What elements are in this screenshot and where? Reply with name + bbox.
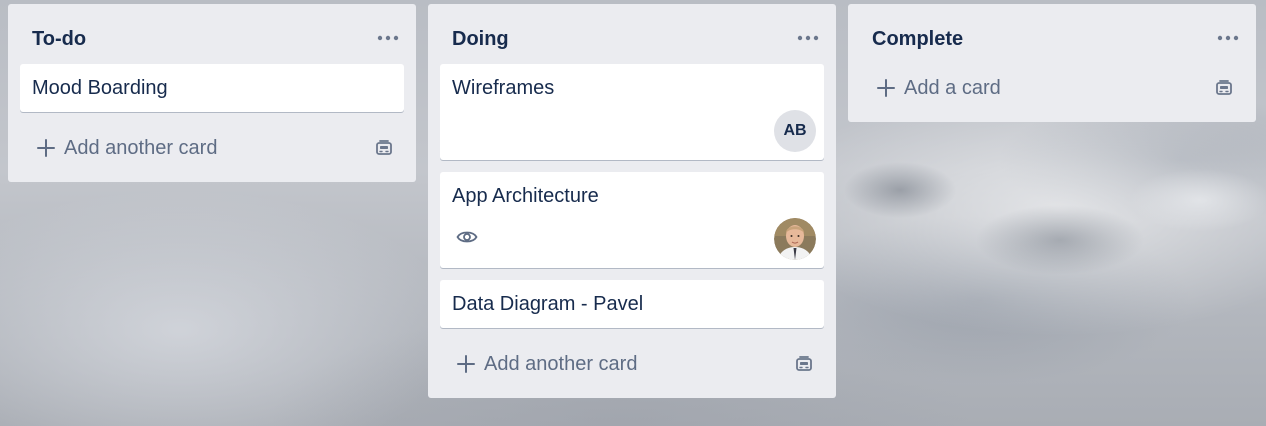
add-card-button[interactable]: Add a card: [876, 76, 1001, 100]
plus-icon: [37, 139, 55, 157]
add-card-composer: Add another card: [440, 344, 824, 384]
plus-icon: [457, 355, 475, 373]
add-card-label: Add another card: [484, 353, 638, 375]
add-card-label: Add a card: [904, 77, 1001, 99]
card-title: Data Diagram - Pavel: [452, 293, 644, 315]
list-header: To-do: [8, 4, 416, 64]
card-template-icon[interactable]: [374, 138, 394, 158]
list-doing: Doing Wireframes AB App Architecture Dat…: [428, 4, 836, 398]
member-avatar[interactable]: AB: [774, 110, 816, 152]
list-title[interactable]: Doing: [452, 27, 509, 51]
add-card-button[interactable]: Add another card: [36, 136, 217, 160]
plus-icon: [877, 79, 895, 97]
list-todo: To-do Mood Boarding Add another card: [8, 4, 416, 182]
list-menu-button[interactable]: [1214, 24, 1242, 52]
list-title[interactable]: To-do: [32, 27, 86, 51]
list-menu-button[interactable]: [794, 24, 822, 52]
more-icon: [377, 35, 399, 41]
more-icon: [797, 35, 819, 41]
card-template-icon[interactable]: [1214, 78, 1234, 98]
list-header: Complete: [848, 4, 1256, 64]
member-avatar-photo[interactable]: [774, 218, 816, 260]
card[interactable]: Wireframes AB: [440, 64, 824, 160]
profile-photo: [774, 218, 816, 260]
add-card-button[interactable]: Add another card: [456, 352, 637, 376]
add-card-label: Add another card: [64, 137, 218, 159]
card[interactable]: Mood Boarding: [20, 64, 404, 112]
list-title[interactable]: Complete: [872, 27, 963, 51]
card-title: Mood Boarding: [32, 77, 168, 99]
board-background: [840, 130, 1266, 300]
card-title: App Architecture: [452, 185, 599, 207]
list-menu-button[interactable]: [374, 24, 402, 52]
more-icon: [1217, 35, 1239, 41]
list-header: Doing: [428, 4, 836, 64]
card[interactable]: App Architecture: [440, 172, 824, 268]
eye-icon: [456, 231, 478, 243]
card[interactable]: Data Diagram - Pavel: [440, 280, 824, 328]
add-card-composer: Add another card: [20, 128, 404, 168]
card-template-icon[interactable]: [794, 354, 814, 374]
add-card-composer: Add a card: [860, 68, 1244, 108]
card-title: Wireframes: [452, 77, 555, 99]
list-complete: Complete Add a card: [848, 4, 1256, 122]
